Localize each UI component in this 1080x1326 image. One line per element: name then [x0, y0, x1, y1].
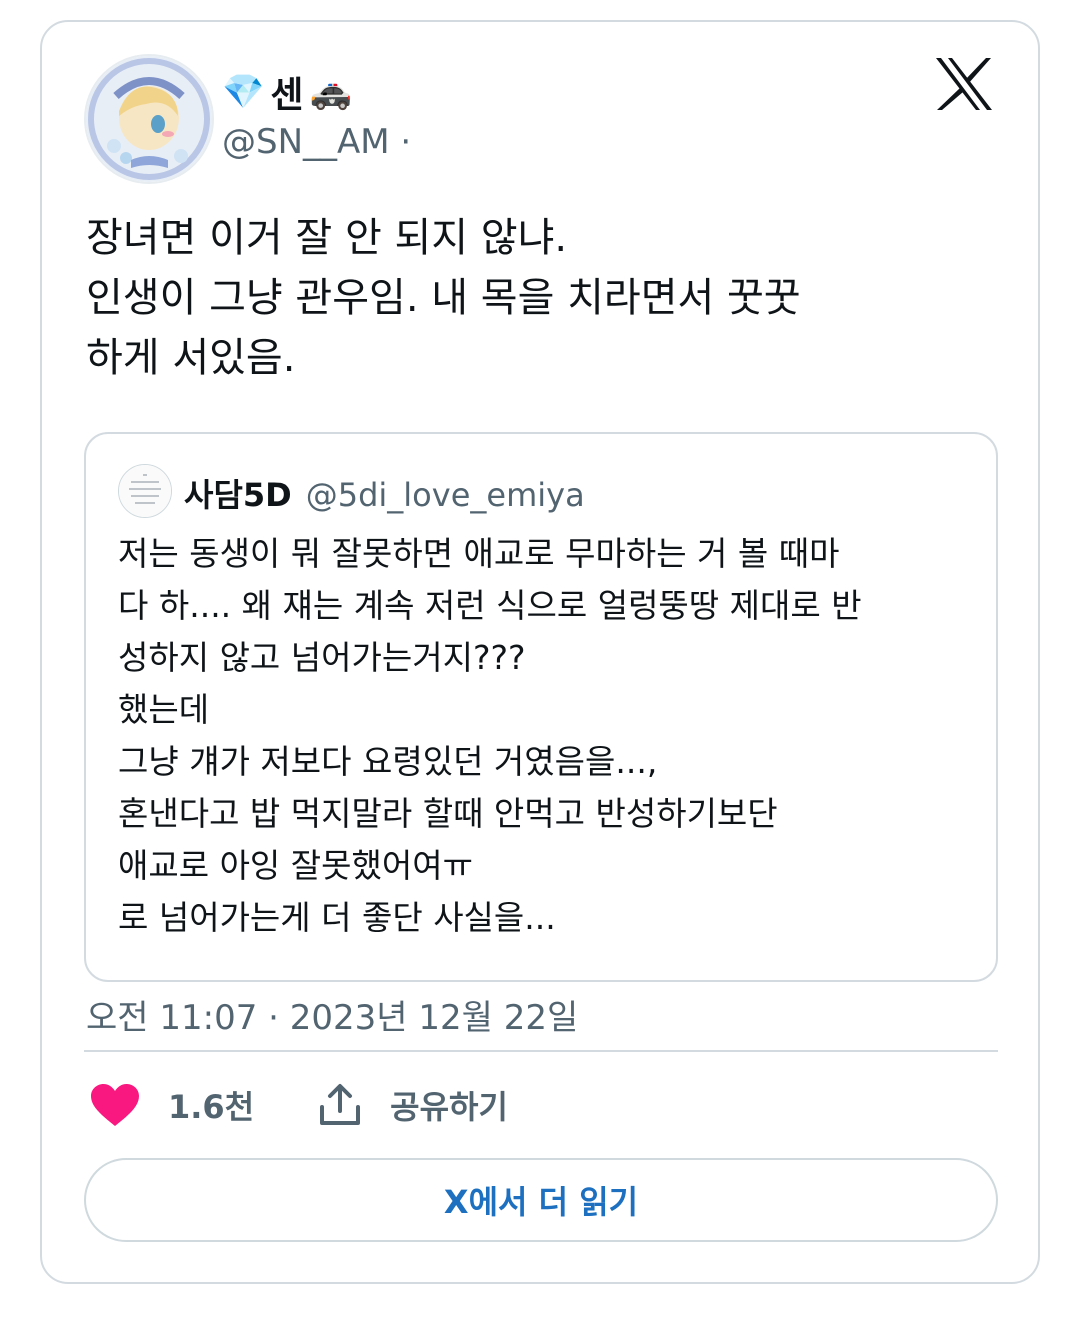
- tweet-text: 장녀면 이거 잘 안 되지 않냐. 인생이 그냥 관우임. 내 목을 치라면서 …: [86, 215, 801, 381]
- author-name-row[interactable]: 💎 센 🚓: [222, 66, 352, 118]
- like-button[interactable]: 1.6천: [90, 1082, 254, 1128]
- share-button[interactable]: 공유하기: [318, 1082, 508, 1128]
- tweet-timestamp[interactable]: 오전 11:07 · 2023년 12월 22일: [86, 990, 578, 1039]
- action-bar: 1.6천 공유하기: [90, 1082, 508, 1128]
- quoted-author-row[interactable]: 사담5D @5di_love_emiya: [184, 470, 585, 516]
- heart-icon: [90, 1083, 140, 1127]
- handle-separator: ·: [400, 122, 412, 162]
- quoted-author-avatar[interactable]: [118, 464, 172, 518]
- diamond-emoji: 💎: [222, 72, 265, 112]
- share-label: 공유하기: [390, 1088, 508, 1126]
- author-handle-row[interactable]: @SN__AM ·: [222, 122, 411, 162]
- like-count: 1.6천: [168, 1088, 255, 1126]
- quoted-tweet-text: 저는 동생이 뭐 잘못하면 애교로 무마하는 거 볼 때마 다 하.... 왜 …: [118, 534, 862, 937]
- author-avatar[interactable]: [84, 54, 214, 184]
- share-icon: [318, 1083, 362, 1127]
- divider: [84, 1050, 998, 1052]
- quoted-author-handle: @5di_love_emiya: [305, 476, 585, 514]
- quoted-author-name: 사담5D: [184, 476, 292, 514]
- police-car-emoji: 🚓: [309, 72, 352, 112]
- read-more-label: X에서 더 읽기: [443, 1183, 639, 1221]
- read-more-on-x-button[interactable]: X에서 더 읽기: [84, 1158, 998, 1242]
- author-display-name: 센: [270, 75, 304, 116]
- author-handle: @SN__AM: [222, 122, 390, 162]
- x-logo-icon[interactable]: [934, 56, 994, 112]
